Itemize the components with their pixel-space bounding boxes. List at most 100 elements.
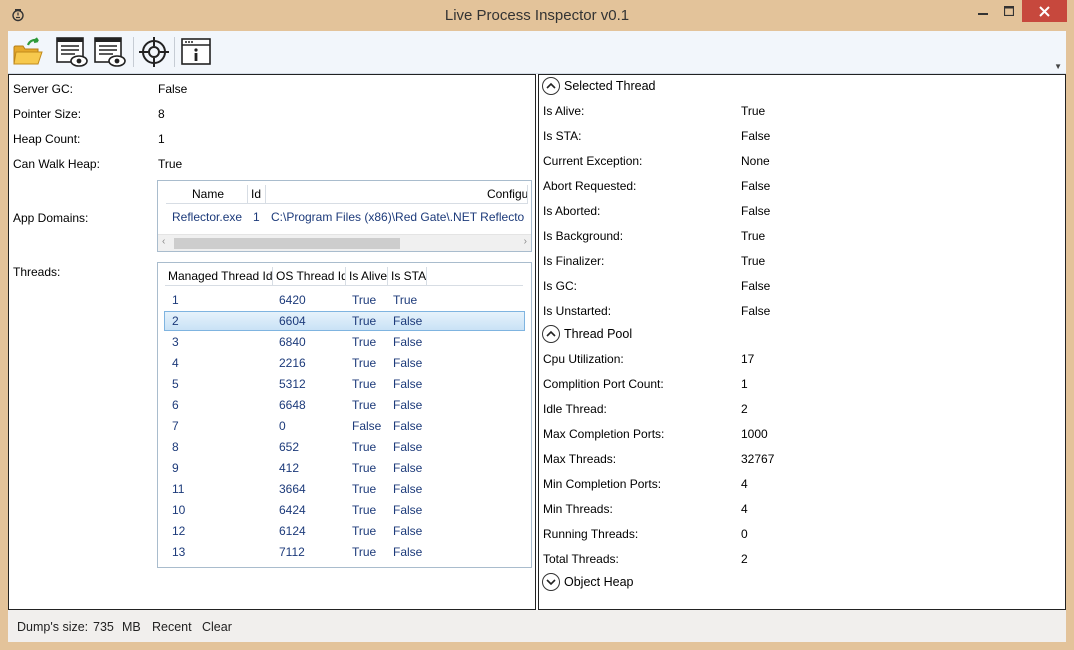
thread-pool-expander[interactable]: Thread Pool xyxy=(542,323,632,345)
recent-button[interactable]: Recent xyxy=(152,618,192,636)
thread-row-os-thread-id-cell[interactable]: 6124 xyxy=(279,521,343,542)
toolbar-overflow-icon[interactable]: ▼ xyxy=(1054,62,1062,71)
thread-row-is-sta-cell[interactable]: False xyxy=(393,416,429,437)
scroll-left-icon[interactable]: ‹ xyxy=(162,236,165,247)
thread-row-is-sta-cell[interactable]: False xyxy=(393,395,429,416)
thread-row-is-alive-cell[interactable]: True xyxy=(352,479,390,500)
runtime-info-panel: Server GC: False Pointer Size: 8 Heap Co… xyxy=(8,74,536,610)
chevron-up-icon[interactable] xyxy=(542,325,560,343)
thread-row-is-alive-cell[interactable]: True xyxy=(352,395,390,416)
app-domains-horizontal-scrollbar[interactable]: ‹ › xyxy=(158,234,531,251)
column-header-configuration-file[interactable]: Configuration File xyxy=(266,185,528,203)
clear-button[interactable]: Clear xyxy=(202,618,232,636)
thread-row-managed-thread-id-cell[interactable]: 5 xyxy=(172,374,272,395)
app-domain-id-cell[interactable]: 1 xyxy=(253,207,265,228)
column-header-managed-thread-id[interactable]: Managed Thread Id xyxy=(165,267,273,285)
thread-row-is-alive-cell[interactable]: True xyxy=(352,290,390,311)
thread-row-is-alive-cell[interactable]: True xyxy=(352,542,390,563)
selected-thread-expander[interactable]: Selected Thread xyxy=(542,75,656,97)
detail-value: 2 xyxy=(741,402,748,416)
thread-row-is-alive-cell[interactable]: True xyxy=(352,311,390,332)
dump-size-value: 735 xyxy=(93,620,114,634)
thread-row-is-alive-cell[interactable]: True xyxy=(352,500,390,521)
server-gc-row: Server GC: False xyxy=(9,80,529,98)
thread-row-is-alive-cell[interactable]: True xyxy=(352,437,390,458)
thread-row-is-sta-cell[interactable]: False xyxy=(393,374,429,395)
thread-row-is-alive-cell[interactable]: True xyxy=(352,521,390,542)
scroll-right-icon[interactable]: › xyxy=(524,236,527,247)
app-domain-config-cell[interactable]: C:\Program Files (x86)\Red Gate\.NET Ref… xyxy=(271,207,525,228)
close-button[interactable] xyxy=(1022,0,1067,22)
object-heap-header: Object Heap xyxy=(564,575,634,589)
server-gc-label: Server GC: xyxy=(13,82,74,96)
column-header-os-thread-id[interactable]: OS Thread Id xyxy=(273,267,346,285)
thread-row-is-sta-cell[interactable]: True xyxy=(393,290,429,311)
column-header-is-sta[interactable]: Is STA xyxy=(388,267,427,285)
minimize-icon xyxy=(978,13,988,15)
thread-row-os-thread-id-cell[interactable]: 6840 xyxy=(279,332,343,353)
chevron-down-icon[interactable] xyxy=(542,573,560,591)
maximize-button[interactable] xyxy=(996,0,1022,22)
detail-label: Idle Thread: xyxy=(543,402,607,416)
detail-label: Is Alive: xyxy=(543,104,585,118)
thread-row-is-sta-cell[interactable]: False xyxy=(393,437,429,458)
thread-row-is-sta-cell[interactable]: False xyxy=(393,521,429,542)
thread-row-is-sta-cell[interactable]: False xyxy=(393,500,429,521)
thread-row-is-alive-cell[interactable]: True xyxy=(352,374,390,395)
thread-row-is-alive-cell[interactable]: True xyxy=(352,332,390,353)
thread-row-is-sta-cell[interactable]: False xyxy=(393,332,429,353)
minimize-button[interactable] xyxy=(970,0,996,22)
thread-row-is-sta-cell[interactable]: False xyxy=(393,542,429,563)
inspect-list-button-1[interactable] xyxy=(54,35,90,69)
thread-row-os-thread-id-cell[interactable]: 0 xyxy=(279,416,343,437)
thread-row-managed-thread-id-cell[interactable]: 4 xyxy=(172,353,272,374)
scrollbar-thumb[interactable] xyxy=(174,238,400,249)
thread-row-os-thread-id-cell[interactable]: 2216 xyxy=(279,353,343,374)
thread-row-managed-thread-id-cell[interactable]: 6 xyxy=(172,395,272,416)
open-dump-button[interactable] xyxy=(10,35,46,69)
thread-row-managed-thread-id-cell[interactable]: 12 xyxy=(172,521,272,542)
thread-row-os-thread-id-cell[interactable]: 3664 xyxy=(279,479,343,500)
column-header-id[interactable]: Id xyxy=(248,185,266,203)
thread-row-managed-thread-id-cell[interactable]: 11 xyxy=(172,479,272,500)
thread-row-managed-thread-id-cell[interactable]: 8 xyxy=(172,437,272,458)
detail-label: Min Completion Ports: xyxy=(543,477,662,491)
thread-row-managed-thread-id-cell[interactable]: 13 xyxy=(172,542,272,563)
thread-row-os-thread-id-cell[interactable]: 652 xyxy=(279,437,343,458)
inspect-list-button-2[interactable] xyxy=(92,35,128,69)
thread-row-os-thread-id-cell[interactable]: 7112 xyxy=(279,542,343,563)
detail-row: Is GC: False xyxy=(539,277,1059,295)
detail-value: False xyxy=(741,279,771,293)
thread-row-is-sta-cell[interactable]: False xyxy=(393,353,429,374)
thread-row-is-alive-cell[interactable]: True xyxy=(352,458,390,479)
detail-row: Total Threads: 2 xyxy=(539,550,1059,568)
thread-row-is-sta-cell[interactable]: False xyxy=(393,311,429,332)
thread-row-managed-thread-id-cell[interactable]: 10 xyxy=(172,500,272,521)
column-header-name[interactable]: Name xyxy=(166,185,248,203)
thread-row-managed-thread-id-cell[interactable]: 1 xyxy=(172,290,272,311)
thread-row-os-thread-id-cell[interactable]: 6648 xyxy=(279,395,343,416)
thread-row-os-thread-id-cell[interactable]: 6420 xyxy=(279,290,343,311)
process-info-button[interactable] xyxy=(178,35,214,69)
dump-size-label: Dump's size: xyxy=(17,620,89,634)
thread-row-managed-thread-id-cell[interactable]: 3 xyxy=(172,332,272,353)
chevron-up-icon[interactable] xyxy=(542,77,560,95)
thread-row-is-sta-cell[interactable]: False xyxy=(393,458,429,479)
thread-row-is-alive-cell[interactable]: True xyxy=(352,353,390,374)
object-heap-expander[interactable]: Object Heap xyxy=(542,571,633,593)
detail-row: Is STA: False xyxy=(539,127,1059,145)
thread-row-managed-thread-id-cell[interactable]: 7 xyxy=(172,416,272,437)
detail-label: Is GC: xyxy=(543,279,578,293)
app-domain-name-cell[interactable]: Reflector.exe xyxy=(172,207,248,228)
thread-row-os-thread-id-cell[interactable]: 6604 xyxy=(279,311,343,332)
thread-row-is-sta-cell[interactable]: False xyxy=(393,479,429,500)
thread-row-os-thread-id-cell[interactable]: 5312 xyxy=(279,374,343,395)
thread-row-managed-thread-id-cell[interactable]: 2 xyxy=(172,311,272,332)
thread-pool-header: Thread Pool xyxy=(564,327,633,341)
thread-row-os-thread-id-cell[interactable]: 412 xyxy=(279,458,343,479)
attach-target-button[interactable] xyxy=(136,35,172,69)
thread-row-os-thread-id-cell[interactable]: 6424 xyxy=(279,500,343,521)
thread-row-managed-thread-id-cell[interactable]: 9 xyxy=(172,458,272,479)
column-header-is-alive[interactable]: Is Alive xyxy=(346,267,388,285)
thread-row-is-alive-cell[interactable]: False xyxy=(352,416,390,437)
